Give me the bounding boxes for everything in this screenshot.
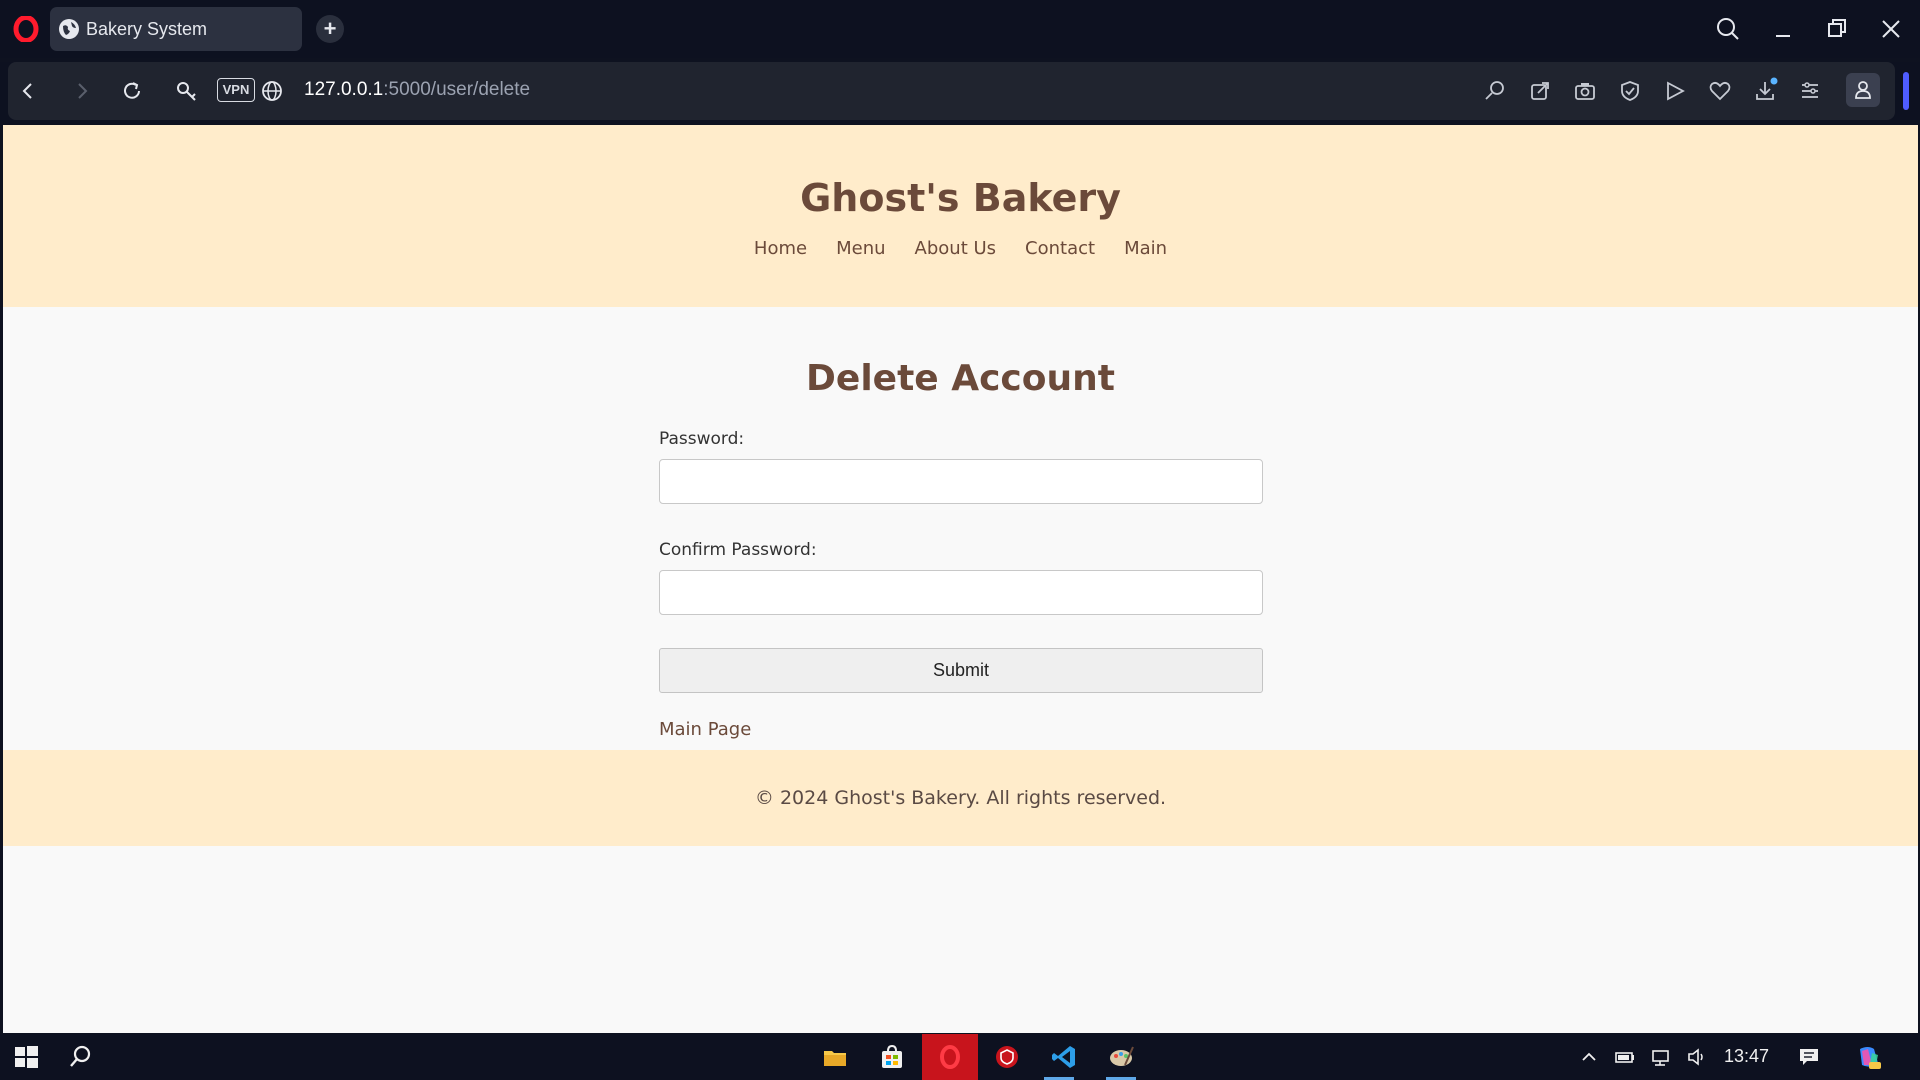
restore-icon[interactable] xyxy=(1822,14,1852,44)
key-icon[interactable] xyxy=(173,77,201,105)
forward-icon[interactable] xyxy=(68,77,96,105)
nav-link-menu[interactable]: Menu xyxy=(836,238,885,259)
delete-account-form: Password: Confirm Password: Submit Main … xyxy=(659,429,1263,740)
opera-icon xyxy=(940,1045,960,1069)
browser-titlebar: Bakery System + xyxy=(0,0,1920,58)
password-input[interactable] xyxy=(659,459,1263,504)
footer-copyright: © 2024 Ghost's Bakery. All rights reserv… xyxy=(754,787,1167,809)
close-window-icon[interactable] xyxy=(1876,14,1906,44)
copilot-icon[interactable] xyxy=(1854,1043,1882,1071)
tab-title: Bakery System xyxy=(86,19,208,39)
taskbar-search-icon[interactable] xyxy=(67,1043,95,1071)
sidebar-toggle[interactable] xyxy=(1903,72,1909,110)
main-page-link[interactable]: Main Page xyxy=(659,719,751,740)
vpn-badge[interactable]: VPN xyxy=(217,78,255,102)
address-bar[interactable]: VPN 127.0.0.1:5000/user/delete xyxy=(8,62,1895,120)
page-viewport: Ghost's Bakery Home Menu About Us Contac… xyxy=(3,125,1918,1033)
search-tabs-icon[interactable] xyxy=(1713,14,1743,44)
notification-center-icon[interactable] xyxy=(1798,1046,1820,1068)
nav-link-contact[interactable]: Contact xyxy=(1025,238,1095,259)
main-content: Delete Account Password: Confirm Passwor… xyxy=(3,307,1918,750)
paint-icon[interactable] xyxy=(1107,1043,1135,1071)
site-nav: Home Menu About Us Contact Main xyxy=(3,238,1918,259)
show-hidden-icons-chevron-icon[interactable] xyxy=(1578,1046,1600,1068)
windows-start-icon[interactable] xyxy=(12,1043,40,1071)
share-icon[interactable] xyxy=(1526,77,1554,105)
back-icon[interactable] xyxy=(14,77,42,105)
password-label: Password: xyxy=(659,429,745,449)
minimize-icon[interactable] xyxy=(1768,14,1798,44)
snapshot-camera-icon[interactable] xyxy=(1571,77,1599,105)
downloads-icon[interactable] xyxy=(1751,77,1779,105)
nav-link-home[interactable]: Home xyxy=(754,238,807,259)
file-explorer-icon[interactable] xyxy=(821,1043,849,1071)
battery-icon[interactable] xyxy=(1614,1046,1636,1068)
find-in-page-icon[interactable] xyxy=(1481,77,1509,105)
page-heading: Delete Account xyxy=(806,358,1115,399)
vpn-shield-icon[interactable] xyxy=(993,1043,1021,1071)
taskbar-clock[interactable]: 13:47 xyxy=(1724,1046,1769,1067)
browser-tab[interactable]: Bakery System xyxy=(50,7,302,51)
site-title: Ghost's Bakery xyxy=(800,176,1121,220)
site-globe-icon xyxy=(59,19,79,39)
confirm-password-label: Confirm Password: xyxy=(659,540,817,560)
favorites-heart-icon[interactable] xyxy=(1706,77,1734,105)
network-icon[interactable] xyxy=(1650,1046,1672,1068)
flow-send-icon[interactable] xyxy=(1661,77,1689,105)
profile-user-icon xyxy=(1855,81,1871,99)
reload-icon[interactable] xyxy=(118,77,146,105)
vscode-icon[interactable] xyxy=(1050,1043,1078,1071)
opera-taskbar-button[interactable] xyxy=(922,1034,978,1080)
nav-link-about-us[interactable]: About Us xyxy=(915,238,997,259)
opera-logo-icon[interactable] xyxy=(13,16,39,42)
new-tab-button[interactable]: + xyxy=(316,15,344,43)
ad-blocker-shield-icon[interactable] xyxy=(1616,77,1644,105)
volume-icon[interactable] xyxy=(1686,1046,1708,1068)
submit-button[interactable]: Submit xyxy=(659,648,1263,693)
nav-link-main[interactable]: Main xyxy=(1124,238,1167,259)
url-host: 127.0.0.1 xyxy=(304,79,384,100)
site-header: Ghost's Bakery Home Menu About Us Contac… xyxy=(3,125,1918,307)
microsoft-store-icon[interactable] xyxy=(878,1043,906,1071)
site-footer: © 2024 Ghost's Bakery. All rights reserv… xyxy=(3,750,1918,846)
windows-taskbar: 13:47 xyxy=(0,1034,1920,1080)
browser-toolbar: VPN 127.0.0.1:5000/user/delete xyxy=(0,62,1920,120)
url-path: :5000/user/delete xyxy=(383,79,531,100)
profile-button[interactable] xyxy=(1846,73,1880,107)
easy-setup-menu-icon[interactable] xyxy=(1796,77,1824,105)
confirm-password-input[interactable] xyxy=(659,570,1263,615)
url-text[interactable]: 127.0.0.1:5000/user/delete xyxy=(304,79,530,101)
site-info-globe-icon[interactable] xyxy=(258,77,286,105)
